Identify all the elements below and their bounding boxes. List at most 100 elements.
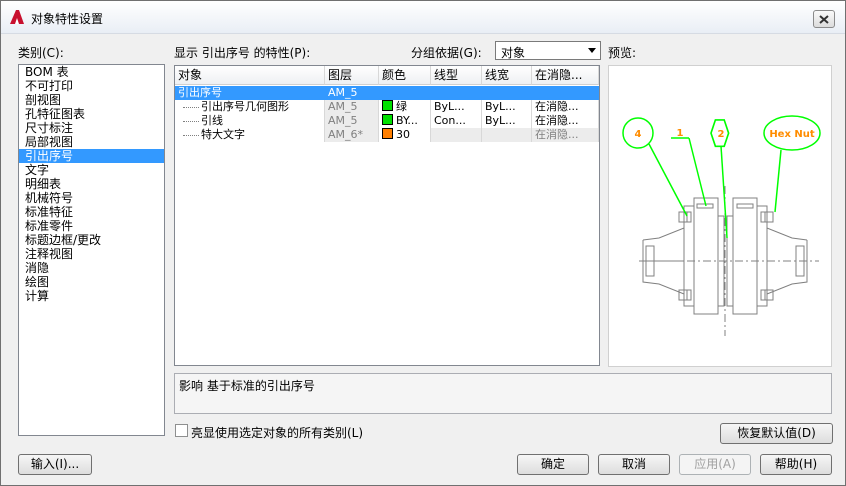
cell-hidden[interactable] bbox=[532, 86, 599, 100]
cell-linetype[interactable]: ByL... bbox=[431, 100, 482, 114]
cell-layer[interactable]: AM_6* bbox=[325, 128, 379, 142]
category-item[interactable]: 标准零件 bbox=[19, 219, 164, 233]
category-item[interactable]: 不可打印 bbox=[19, 79, 164, 93]
column-header-color[interactable]: 颜色 bbox=[379, 66, 431, 85]
cell-lineweight-text: ByL... bbox=[485, 100, 516, 113]
cell-layer-text: AM_5 bbox=[328, 100, 358, 113]
cell-hidden[interactable]: 在消隐... bbox=[532, 128, 599, 142]
cell-color-text: 30 bbox=[396, 128, 410, 141]
column-header-object[interactable]: 对象 bbox=[175, 66, 325, 85]
category-item[interactable]: 孔特征图表 bbox=[19, 107, 164, 121]
chevron-down-icon bbox=[588, 48, 596, 53]
column-header-hidden[interactable]: 在消隐... bbox=[532, 66, 599, 85]
highlight-checkbox-label[interactable]: 亮显使用选定对象的所有类别(L) bbox=[191, 424, 363, 441]
preview-label: 预览: bbox=[608, 46, 637, 60]
tree-connector bbox=[183, 107, 199, 109]
dialog-window: 对象特性设置 类别(C): BOM 表不可打印 剖视图 孔特征图表 尺寸标注 局部视图引… bbox=[0, 0, 846, 486]
category-item[interactable]: 机械符号 bbox=[19, 191, 164, 205]
autocad-app-icon bbox=[10, 10, 24, 24]
cell-linetype[interactable] bbox=[431, 86, 482, 100]
title-bar[interactable]: 对象特性设置 bbox=[1, 1, 845, 34]
grid-row[interactable]: 引线 AM_5 BY... Con... ByL... 在消隐... bbox=[175, 114, 599, 128]
cell-layer[interactable]: AM_5 bbox=[325, 86, 379, 100]
grid-header: 对象 图层 颜色 线型 线宽 在消隐... bbox=[175, 66, 599, 85]
category-item[interactable]: 局部视图 bbox=[19, 135, 164, 149]
cell-lineweight[interactable] bbox=[482, 128, 532, 142]
cell-hidden[interactable]: 在消隐... bbox=[532, 100, 599, 114]
grid-row[interactable]: 引出序号 AM_5 bbox=[175, 86, 599, 100]
category-item[interactable]: 明细表 bbox=[19, 177, 164, 191]
help-button[interactable]: 帮助(H) bbox=[760, 454, 832, 475]
cell-color-text: 绿 bbox=[396, 100, 407, 113]
properties-grid[interactable]: 对象 图层 颜色 线型 线宽 在消隐... 引出序号 AM_5 引出序号几何图形 AM… bbox=[174, 65, 600, 366]
highlight-checkbox[interactable] bbox=[175, 424, 188, 437]
category-item[interactable]: 剖视图 bbox=[19, 93, 164, 107]
cell-lineweight[interactable]: ByL... bbox=[482, 114, 532, 128]
cell-object[interactable]: 引出序号几何图形 bbox=[175, 100, 325, 114]
column-header-layer[interactable]: 图层 bbox=[325, 66, 379, 85]
balloon-text: 1 bbox=[677, 128, 684, 139]
category-item[interactable]: 绘图 bbox=[19, 275, 164, 289]
cell-color[interactable]: 30 bbox=[379, 128, 431, 142]
balloon-text: 4 bbox=[635, 129, 642, 140]
category-item[interactable]: 计算 bbox=[19, 289, 164, 303]
import-button[interactable]: 输入(I)... bbox=[18, 454, 92, 475]
cell-lineweight[interactable]: ByL... bbox=[482, 100, 532, 114]
leader-line bbox=[648, 143, 688, 217]
group-by-select[interactable]: 对象 bbox=[495, 41, 601, 60]
balloon-layer: 4 1 2 Hex Nut bbox=[622, 115, 821, 239]
cell-color[interactable]: 绿 bbox=[379, 100, 431, 114]
category-item[interactable]: 文字 bbox=[19, 163, 164, 177]
cell-linetype-text: Con... bbox=[434, 114, 466, 127]
close-button[interactable] bbox=[813, 10, 835, 28]
close-icon bbox=[819, 15, 829, 24]
ok-button[interactable]: 确定 bbox=[517, 454, 589, 475]
category-listbox[interactable]: BOM 表不可打印 剖视图 孔特征图表 尺寸标注 局部视图 引出序号 文字 明细表 机械符号 标准… bbox=[18, 64, 165, 436]
category-item[interactable]: BOM 表 bbox=[19, 65, 164, 79]
color-swatch-icon bbox=[382, 128, 393, 139]
balloon-text: 2 bbox=[718, 129, 725, 140]
grid-row[interactable]: 引出序号几何图形 AM_5 绿 ByL... ByL... 在消隐... bbox=[175, 100, 599, 114]
category-label: 类别(C): bbox=[18, 46, 64, 60]
cell-hidden[interactable]: 在消隐... bbox=[532, 114, 599, 128]
cell-linetype-text: ByL... bbox=[434, 100, 465, 113]
grid-row[interactable]: 特大文字 AM_6* 30 在消隐... bbox=[175, 128, 599, 142]
window-title: 对象特性设置 bbox=[31, 12, 104, 26]
category-item[interactable]: 标准特征 bbox=[19, 205, 164, 219]
cell-lineweight-text: ByL... bbox=[485, 114, 516, 127]
cell-color[interactable]: BY... bbox=[379, 114, 431, 128]
category-item[interactable]: 引出序号 bbox=[19, 149, 164, 163]
cell-layer-text: AM_5 bbox=[328, 86, 358, 99]
category-item[interactable]: 尺寸标注 bbox=[19, 121, 164, 135]
column-header-lineweight[interactable]: 线宽 bbox=[482, 66, 532, 85]
cell-hidden-text: 在消隐... bbox=[535, 114, 579, 127]
cell-color[interactable] bbox=[379, 86, 431, 100]
balloon-text: Hex Nut bbox=[769, 129, 815, 140]
cell-lineweight[interactable] bbox=[482, 86, 532, 100]
cell-object[interactable]: 引线 bbox=[175, 114, 325, 128]
restore-defaults-button[interactable]: 恢复默认值(D) bbox=[720, 423, 833, 444]
group-by-value: 对象 bbox=[501, 46, 526, 60]
cell-object[interactable]: 引出序号 bbox=[175, 86, 325, 100]
cell-object-text: 引出序号 bbox=[178, 86, 222, 99]
category-item[interactable]: 消隐 bbox=[19, 261, 164, 275]
cell-color-text: BY... bbox=[396, 114, 418, 127]
properties-label: 显示 引出序号 的特性(P): bbox=[174, 46, 311, 60]
preview-drawing: 4 1 2 Hex Nut bbox=[622, 115, 821, 336]
apply-button[interactable]: 应用(A) bbox=[679, 454, 751, 475]
cell-layer[interactable]: AM_5 bbox=[325, 100, 379, 114]
column-header-linetype[interactable]: 线型 bbox=[431, 66, 482, 85]
cell-layer-text: AM_5 bbox=[328, 114, 358, 127]
group-by-label: 分组依据(G): bbox=[411, 46, 482, 60]
cancel-button[interactable]: 取消 bbox=[598, 454, 670, 475]
cell-linetype[interactable] bbox=[431, 128, 482, 142]
cell-linetype[interactable]: Con... bbox=[431, 114, 482, 128]
cell-hidden-text: 在消隐... bbox=[535, 128, 579, 141]
category-item[interactable]: 标题边框/更改 bbox=[19, 233, 164, 247]
category-item[interactable]: 注释视图 bbox=[19, 247, 164, 261]
cell-layer[interactable]: AM_5 bbox=[325, 114, 379, 128]
cell-object[interactable]: 特大文字 bbox=[175, 128, 325, 142]
cell-object-text: 特大文字 bbox=[201, 128, 245, 141]
color-swatch-icon bbox=[382, 100, 393, 111]
description-box: 影响 基于标准的引出序号 bbox=[174, 373, 832, 414]
